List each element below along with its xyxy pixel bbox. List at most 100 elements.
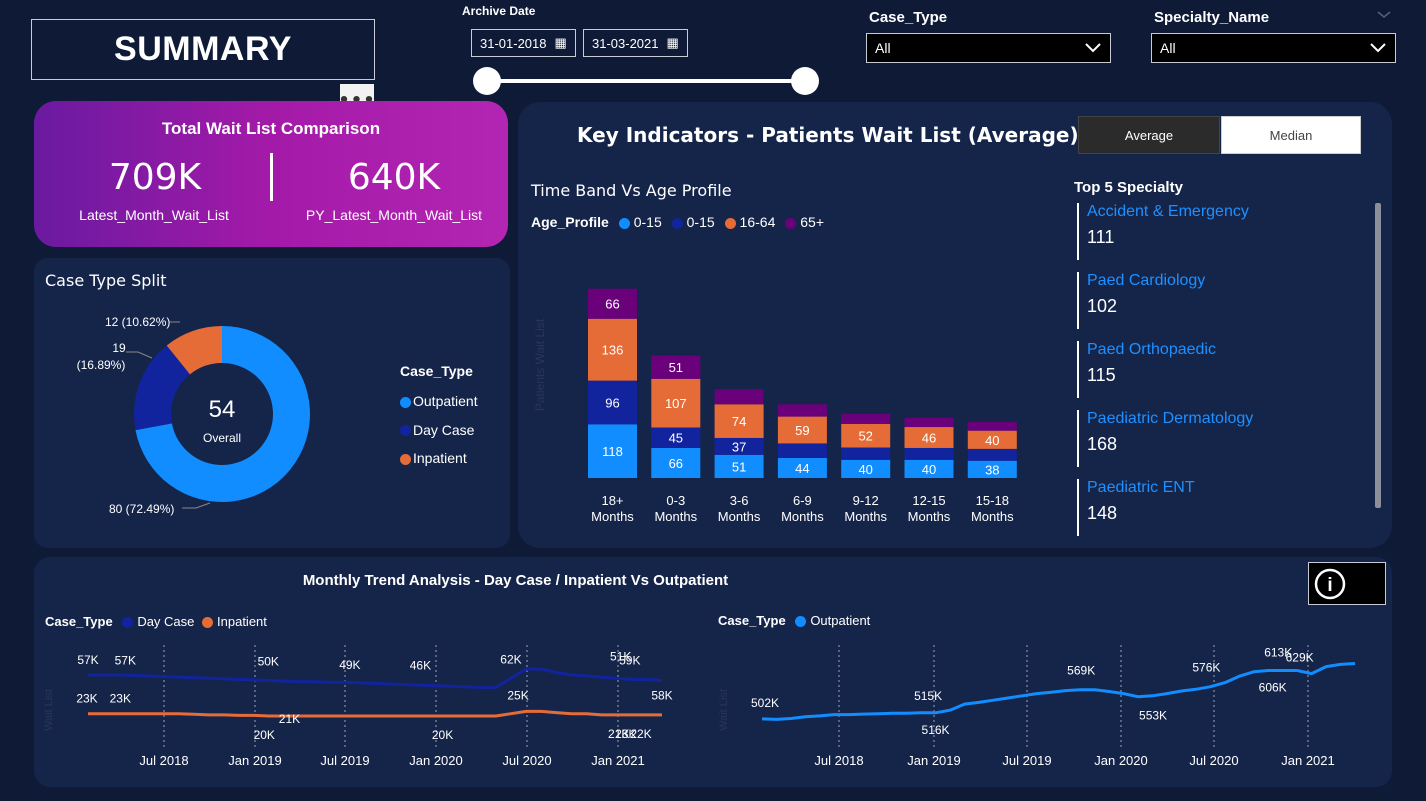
case-type-slicer-label: Case_Type bbox=[869, 9, 948, 26]
left-trend-legend: Case_Type Day Case Inpatient bbox=[45, 614, 267, 629]
x-tick-label: Jul 2020 bbox=[502, 753, 551, 768]
specialty-item[interactable]: Paed Orthopaedic 115 bbox=[1077, 341, 1216, 398]
specialty-list: Accident & Emergency 111 Paed Cardiology 10… bbox=[1077, 200, 1367, 536]
bar-segment[interactable] bbox=[777, 404, 827, 417]
specialty-accent-bar bbox=[1077, 341, 1079, 398]
wait-list-comparison-card: Total Wait List Comparison 709K Latest_M… bbox=[34, 101, 508, 247]
legend-label: 16-64 bbox=[739, 214, 776, 230]
calendar-icon[interactable]: ▦ bbox=[667, 35, 679, 51]
point-label: 553K bbox=[1139, 709, 1167, 723]
tab-median[interactable]: Median bbox=[1221, 116, 1361, 154]
data-label: 66 bbox=[669, 456, 683, 471]
specialty-accent-bar bbox=[1077, 410, 1079, 467]
time-band-bar-chart: Patients Wait List118961366618+Months664… bbox=[533, 288, 1017, 524]
specialty-name: Paed Cardiology bbox=[1087, 272, 1206, 289]
bar-segment[interactable] bbox=[967, 448, 1017, 461]
slider-handle-start[interactable] bbox=[473, 67, 501, 95]
age-legend: Age_Profile 0-15 0-15 16-64 65+ bbox=[531, 214, 824, 230]
date-range-slider[interactable] bbox=[473, 66, 820, 96]
card-divider bbox=[270, 153, 273, 201]
legend-dot bbox=[400, 453, 411, 465]
specialty-value: 111 bbox=[1087, 227, 1115, 247]
start-date-field[interactable]: 31-01-2018 ▦ bbox=[471, 29, 576, 57]
specialty-scrollbar[interactable] bbox=[1375, 203, 1381, 508]
info-icon[interactable]: i bbox=[1312, 564, 1352, 604]
specialty-value: 148 bbox=[1087, 503, 1118, 523]
x-tick-label: 6-9 bbox=[793, 493, 812, 508]
leader-line bbox=[182, 502, 211, 509]
x-tick-label: Months bbox=[908, 509, 951, 524]
bar-segment[interactable] bbox=[967, 422, 1017, 431]
data-label: 51 bbox=[732, 459, 746, 474]
specialty-value: 102 bbox=[1087, 296, 1118, 316]
legend-dot bbox=[400, 425, 411, 437]
point-label: 20K bbox=[432, 728, 453, 742]
bar-segment[interactable] bbox=[841, 413, 891, 424]
bar-segment[interactable] bbox=[904, 447, 954, 460]
data-label: 66 bbox=[605, 297, 619, 312]
py-wait-label: PY_Latest_Month_Wait_List bbox=[305, 207, 483, 223]
info-button[interactable]: i bbox=[1308, 562, 1386, 605]
point-label: 516K bbox=[922, 723, 950, 737]
point-label: 22K bbox=[630, 727, 651, 741]
case-type-dropdown[interactable]: All bbox=[866, 33, 1111, 63]
legend-dot bbox=[202, 617, 214, 629]
py-wait-value: 640K bbox=[347, 157, 441, 198]
x-tick-label: Jan 2021 bbox=[591, 753, 645, 768]
legend-item: Outpatient bbox=[795, 613, 870, 628]
x-tick-label: 15-18 bbox=[976, 493, 1009, 508]
specialty-title: Top 5 Specialty bbox=[1074, 179, 1183, 196]
donut-center-label: Overall bbox=[203, 431, 241, 445]
tab-average[interactable]: Average bbox=[1078, 116, 1220, 154]
calendar-icon[interactable]: ▦ bbox=[555, 35, 567, 51]
slice-label: 80 (72.49%) bbox=[109, 502, 174, 516]
y-axis-label: Patients Wait List bbox=[533, 318, 547, 411]
data-label: 38 bbox=[985, 462, 999, 477]
legend-item: Inpatient bbox=[202, 614, 267, 629]
x-tick-label: Jan 2020 bbox=[1094, 753, 1148, 768]
y-axis-label: Wait List bbox=[718, 689, 730, 731]
data-label: 37 bbox=[732, 439, 746, 454]
legend-item: Inpatient bbox=[400, 444, 478, 473]
age-legend-title: Age_Profile bbox=[531, 214, 609, 230]
case-split-title: Case Type Split bbox=[45, 271, 167, 290]
slice-label: (16.89%) bbox=[77, 358, 126, 372]
page-title: SUMMARY bbox=[114, 30, 292, 68]
specialty-item[interactable]: Accident & Emergency 111 bbox=[1077, 203, 1249, 260]
latest-wait-value: 709K bbox=[108, 157, 202, 198]
specialty-item[interactable]: Paed Cardiology 102 bbox=[1077, 272, 1206, 329]
bar-segment[interactable] bbox=[904, 417, 954, 428]
specialty-item[interactable]: Paediatric ENT 148 bbox=[1077, 479, 1195, 536]
chevron-down-icon[interactable] bbox=[1376, 10, 1392, 20]
bar-segment[interactable] bbox=[841, 447, 891, 460]
legend-label: Day Case bbox=[137, 614, 195, 629]
legend-dot bbox=[671, 217, 683, 229]
end-date-field[interactable]: 31-03-2021 ▦ bbox=[583, 29, 688, 57]
specialty-accent-bar bbox=[1077, 203, 1079, 260]
bar-segment[interactable] bbox=[714, 389, 764, 405]
day-inpatient-line-chart: Wait List Jul 2018 Jan 2019 Jul 2019 Jan 202… bbox=[43, 645, 673, 768]
specialty-dropdown[interactable]: All bbox=[1151, 33, 1396, 63]
x-tick-label: Months bbox=[781, 509, 824, 524]
donut-center-value: 54 bbox=[209, 396, 236, 423]
legend-item: 16-64 bbox=[724, 214, 776, 230]
series-line[interactable] bbox=[88, 709, 662, 718]
point-label: 502K bbox=[751, 696, 779, 710]
specialty-item[interactable]: Paediatric Dermatology 168 bbox=[1077, 410, 1253, 467]
point-label: 576K bbox=[1192, 661, 1220, 675]
specialty-value: 168 bbox=[1087, 434, 1118, 454]
slider-handle-end[interactable] bbox=[791, 67, 819, 95]
x-tick-label: Jan 2019 bbox=[907, 753, 961, 768]
x-tick-label: 18+ bbox=[601, 493, 623, 508]
series-line[interactable] bbox=[88, 667, 663, 689]
point-label: 59K bbox=[619, 653, 640, 667]
x-tick-label: Jan 2019 bbox=[228, 753, 282, 768]
legend-label: 65+ bbox=[800, 214, 824, 230]
legend-label: Day Case bbox=[413, 421, 475, 438]
legend-label: 0-15 bbox=[633, 214, 662, 230]
bar-segment[interactable] bbox=[777, 443, 827, 458]
case-type-donut-chart: 54 Overall 12 (10.62%) 19 (16.89%) 80 (72.49%… bbox=[77, 315, 310, 516]
legend-dot bbox=[122, 617, 134, 629]
trend-title: Monthly Trend Analysis - Day Case / Inpa… bbox=[34, 572, 1426, 589]
band-chart-title: Time Band Vs Age Profile bbox=[531, 181, 732, 200]
